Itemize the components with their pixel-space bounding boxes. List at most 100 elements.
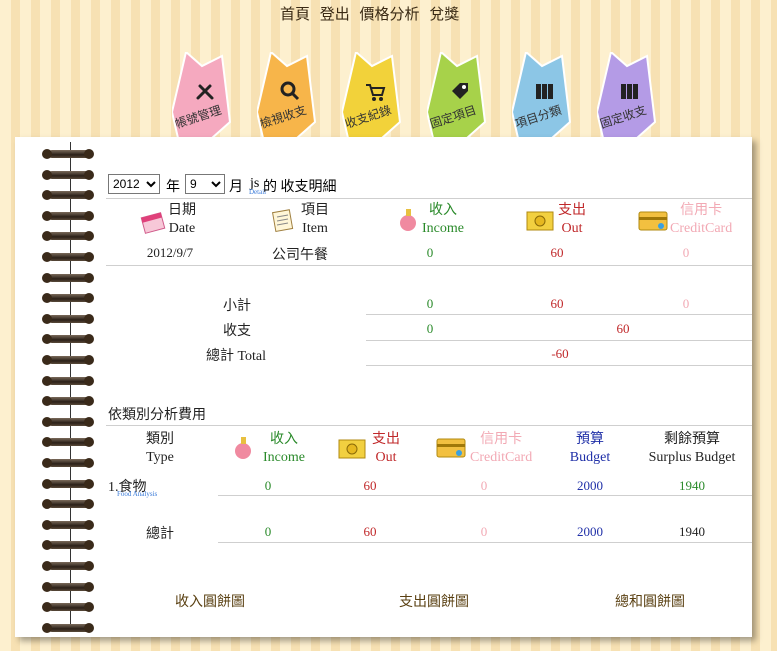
credit-card-icon — [436, 438, 466, 458]
surplus-header-en: Surplus Budget — [648, 450, 736, 465]
category-row-out: 60 — [363, 478, 377, 493]
spiral-ring — [42, 540, 94, 551]
type-header-en: Type — [146, 450, 174, 465]
divider — [106, 198, 752, 199]
spiral-ring — [42, 190, 94, 201]
piggy-bank-icon — [235, 437, 251, 459]
category-total-label: 總計 — [146, 527, 174, 542]
money-stack-icon — [526, 211, 554, 231]
budget-header: 預算 Budget — [560, 431, 620, 467]
spiral-ring — [42, 293, 94, 304]
total-label: 總計 Total — [205, 349, 267, 364]
cat-income-header-zh: 收入 — [269, 432, 298, 447]
date-header-zh: 日期 — [168, 203, 196, 218]
budget-header-zh: 預算 — [576, 432, 604, 447]
spiral-ring — [42, 149, 94, 159]
cat-income-header-en: Income — [263, 450, 305, 465]
category-total-budget: 2000 — [577, 524, 603, 539]
spiral-ring — [42, 602, 94, 613]
magnifier-icon — [280, 81, 300, 101]
sum-pie-link[interactable]: 總和圓餅圖 — [600, 591, 700, 611]
detail-row-credit: 0 — [682, 245, 690, 260]
spiral-ring — [42, 252, 94, 262]
cart-icon — [366, 84, 386, 101]
spiral-ring — [42, 561, 94, 571]
nav-home-link[interactable]: 首頁 — [280, 7, 310, 23]
spiral-ring — [42, 416, 94, 427]
type-header: 類別 Type — [135, 431, 185, 467]
category-row-sub: Food Analysis — [117, 490, 158, 498]
surplus-header-zh: 剩餘預算 — [664, 432, 720, 447]
money-stack-icon — [338, 439, 366, 459]
spiral-ring — [42, 478, 94, 489]
spiral-ring — [42, 355, 94, 365]
subtotal-credit: 0 — [682, 296, 690, 311]
credit-card-icon — [638, 211, 668, 231]
tab-2[interactable]: 檢視收支 — [257, 52, 319, 138]
subtotal-out: 60 — [550, 296, 564, 311]
cat-credit-header-en: CreditCard — [470, 450, 533, 465]
year-unit: 年 — [166, 180, 180, 195]
detail-row-income: 0 — [426, 245, 434, 260]
balance-out: 60 — [616, 321, 630, 336]
spiral-ring — [42, 519, 94, 530]
item-header-zh: 項目 — [301, 203, 329, 218]
tab-3[interactable]: 收支紀錄 — [342, 52, 404, 138]
category-total-credit: 0 — [480, 524, 488, 539]
piggy-bank-icon — [400, 209, 416, 231]
month-select[interactable]: 9 — [185, 174, 225, 194]
income-pie-link[interactable]: 收入圓餅圖 — [160, 591, 260, 611]
category-total-surplus: 1940 — [679, 524, 705, 539]
calendar-icon — [140, 212, 166, 234]
nav-logout-link[interactable]: 登出 — [320, 7, 350, 23]
surplus-header: 剩餘預算 Surplus Budget — [642, 431, 742, 467]
item-header-en: Item — [302, 221, 328, 236]
total-value: -60 — [551, 346, 569, 361]
subtotal-label: 小計 — [223, 299, 251, 314]
tools-icon — [196, 84, 214, 100]
month-unit: 月 — [229, 180, 243, 195]
spiral-binding — [40, 142, 100, 633]
income-header-zh: 收入 — [428, 203, 457, 218]
spiral-ring — [42, 169, 94, 180]
spiral-ring — [42, 622, 94, 633]
spiral-ring — [42, 210, 94, 221]
spiral-ring — [42, 581, 94, 592]
out-header-en: Out — [561, 221, 583, 236]
out-pie-link[interactable]: 支出圓餅圖 — [384, 591, 484, 611]
nav-redeem-link[interactable]: 兌獎 — [429, 7, 459, 23]
spiral-ring — [42, 437, 94, 448]
spiral-ring — [42, 272, 94, 283]
category-total-out: 60 — [363, 524, 377, 539]
year-select[interactable]: 2012 — [108, 174, 160, 194]
cat-out-header-en: Out — [375, 450, 397, 465]
spiral-ring — [42, 231, 94, 242]
detail-row-date: 2012/9/7 — [146, 245, 194, 260]
spiral-ring — [42, 396, 94, 407]
spiral-ring — [42, 458, 94, 468]
tab-1[interactable]: 帳號管理 — [172, 52, 234, 138]
category-total-income: 0 — [264, 524, 272, 539]
nav-price-analysis-link[interactable]: 價格分析 — [360, 7, 420, 23]
detail-row-item: 公司午餐 — [272, 248, 328, 263]
binders-icon — [621, 84, 638, 99]
detail-title: 的 收支明細 — [263, 180, 337, 195]
income-header-en: Income — [422, 221, 464, 236]
credit-header-en: CreditCard — [670, 221, 733, 236]
category-row-surplus: 1940 — [679, 478, 705, 493]
date-header-en: Date — [168, 221, 196, 236]
binders-icon — [536, 84, 553, 99]
category-row-credit: 0 — [480, 478, 488, 493]
spiral-ring — [42, 499, 94, 510]
spiral-ring — [42, 313, 94, 324]
credit-header-zh: 信用卡 — [680, 203, 723, 218]
top-nav: 首頁 登出 價格分析 兌獎 — [280, 3, 465, 24]
type-header-zh: 類別 — [146, 432, 174, 447]
out-header-zh: 支出 — [558, 203, 586, 218]
cat-credit-header-zh: 信用卡 — [480, 432, 523, 447]
spiral-ring — [42, 334, 94, 345]
tab-6[interactable]: 固定收支 — [597, 52, 659, 138]
tab-4[interactable]: 固定項目 — [427, 52, 489, 138]
tab-5[interactable]: 項目分類 — [512, 52, 574, 138]
notepad-icon — [271, 209, 294, 232]
